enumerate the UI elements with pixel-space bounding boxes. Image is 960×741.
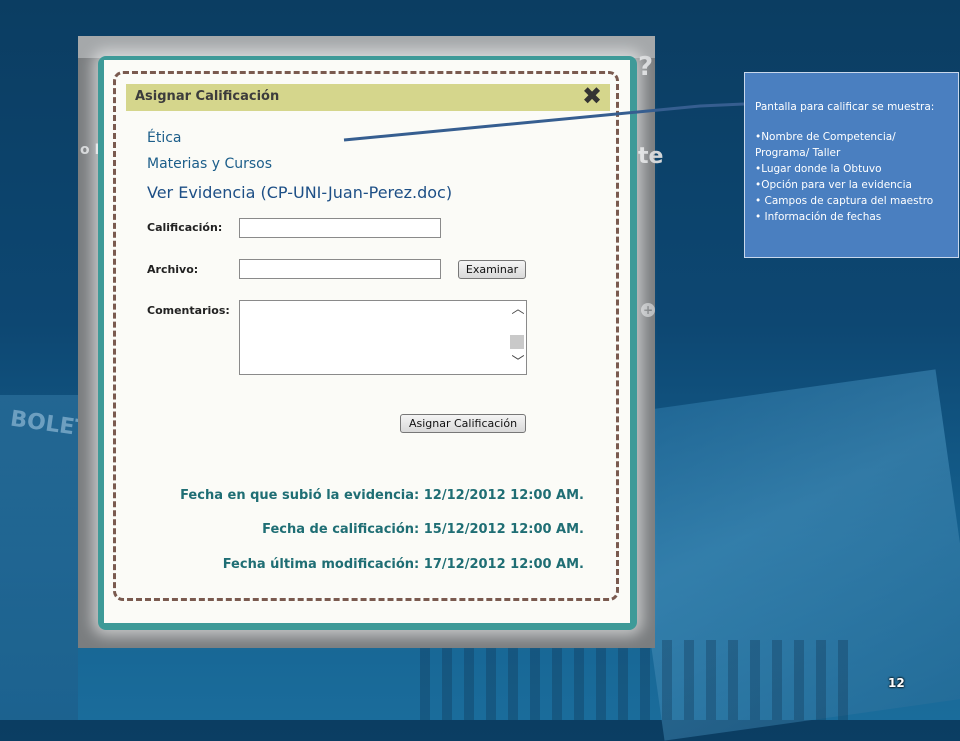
callout-item: •Opción para ver la evidencia xyxy=(755,179,912,191)
callout-item: •Lugar donde la Obtuvo xyxy=(755,163,882,175)
callout-item: • Campos de captura del maestro xyxy=(755,195,934,207)
slide-page-number: 12 xyxy=(888,676,905,690)
callout-item: •Nombre de Competencia/ Programa/ Taller xyxy=(755,131,896,159)
callout-heading: Pantalla para calificar se muestra: xyxy=(755,101,935,113)
callout-box: Pantalla para calificar se muestra: •Nom… xyxy=(744,72,959,258)
callout-item: • Información de fechas xyxy=(755,211,882,223)
